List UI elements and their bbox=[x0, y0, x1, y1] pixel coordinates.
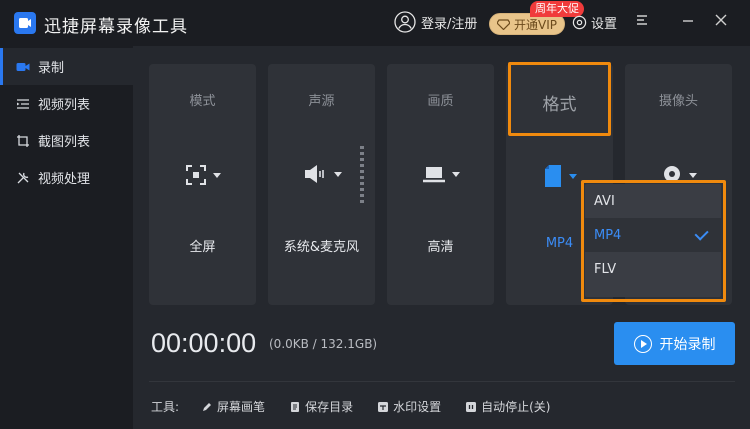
save-directory-button[interactable]: 保存目录 bbox=[289, 398, 353, 415]
file-icon bbox=[544, 165, 561, 187]
vip-label: 开通VIP bbox=[514, 17, 557, 32]
start-record-label: 开始录制 bbox=[659, 336, 716, 353]
list-icon bbox=[16, 97, 30, 111]
tool-label: 水印设置 bbox=[393, 400, 442, 414]
sidebar-item-label: 截图列表 bbox=[38, 135, 91, 150]
card-value: 系统&麦克风 bbox=[283, 240, 360, 255]
volume-meter bbox=[360, 146, 364, 204]
screen-pen-button[interactable]: 屏幕画笔 bbox=[201, 398, 265, 415]
gear-icon bbox=[572, 15, 587, 30]
play-icon bbox=[633, 334, 652, 353]
login-label: 登录/注册 bbox=[421, 16, 478, 32]
speaker-icon bbox=[304, 165, 324, 183]
mode-card[interactable]: 模式 全屏 bbox=[149, 64, 256, 305]
app-logo-icon bbox=[14, 12, 36, 34]
divider bbox=[149, 381, 735, 382]
format-dropdown-highlight bbox=[581, 180, 726, 302]
settings-label: 设置 bbox=[591, 17, 618, 32]
fullscreen-icon bbox=[185, 165, 206, 185]
chevron-down-icon bbox=[451, 171, 460, 177]
pen-icon bbox=[201, 401, 213, 413]
close-icon[interactable] bbox=[712, 13, 730, 31]
card-value: 全屏 bbox=[189, 240, 216, 255]
app-title: 迅捷屏幕录像工具 bbox=[44, 17, 188, 37]
card-title: 声源 bbox=[308, 94, 335, 109]
start-record-button[interactable]: 开始录制 bbox=[614, 322, 735, 365]
card-title: 摄像头 bbox=[658, 94, 698, 109]
disk-usage: (0.0KB / 132.1GB) bbox=[269, 337, 378, 351]
tool-label: 屏幕画笔 bbox=[217, 400, 266, 414]
auto-stop-button[interactable]: 自动停止(关) bbox=[465, 398, 550, 415]
tools-label: 工具: bbox=[151, 400, 180, 414]
main-panel: 模式 全屏 声源 系统&麦克风 画质 高清 格式 MP4 摄像头 AVI MP4… bbox=[133, 46, 750, 429]
card-title: 模式 bbox=[189, 94, 216, 109]
quality-card[interactable]: 画质 高清 bbox=[387, 64, 494, 305]
video-camera-icon bbox=[16, 60, 30, 74]
sidebar-item-record[interactable]: 录制 bbox=[0, 48, 133, 85]
title-bar: 迅捷屏幕录像工具 登录/注册 开通VIP 周年大促 设置 bbox=[0, 0, 750, 46]
watermark-icon bbox=[377, 401, 389, 413]
user-icon bbox=[394, 11, 416, 33]
settings-button[interactable]: 设置 bbox=[572, 13, 617, 32]
format-title-highlight bbox=[508, 62, 611, 136]
sidebar-item-label: 视频处理 bbox=[38, 172, 91, 187]
minimize-icon[interactable] bbox=[679, 13, 697, 31]
menu-icon[interactable] bbox=[633, 13, 651, 31]
laptop-icon bbox=[422, 167, 445, 183]
tools-icon bbox=[16, 171, 30, 185]
sidebar-item-video-list[interactable]: 视频列表 bbox=[0, 85, 133, 122]
sidebar-item-label: 录制 bbox=[38, 61, 65, 76]
tool-label: 自动停止(关) bbox=[481, 400, 551, 414]
tool-label: 保存目录 bbox=[305, 400, 354, 414]
chevron-down-icon bbox=[212, 172, 221, 178]
login-button[interactable]: 登录/注册 bbox=[394, 11, 477, 33]
sidebar-item-screenshot-list[interactable]: 截图列表 bbox=[0, 122, 133, 159]
watermark-settings-button[interactable]: 水印设置 bbox=[377, 398, 441, 415]
sidebar-item-video-processing[interactable]: 视频处理 bbox=[0, 159, 133, 196]
diamond-icon bbox=[497, 18, 510, 30]
audio-source-card[interactable]: 声源 系统&麦克风 bbox=[268, 64, 375, 305]
record-timer: 00:00:00 bbox=[151, 328, 257, 358]
tools-bar: 工具: 屏幕画笔 保存目录 水印设置 自动停止(关) bbox=[151, 398, 574, 415]
sidebar-item-label: 视频列表 bbox=[38, 98, 91, 113]
card-value: 高清 bbox=[427, 240, 454, 255]
sidebar: 录制 视频列表 截图列表 视频处理 bbox=[0, 46, 133, 429]
chevron-down-icon bbox=[568, 173, 577, 179]
chevron-down-icon bbox=[688, 172, 697, 178]
chevron-down-icon bbox=[333, 171, 342, 177]
timer-stop-icon bbox=[465, 401, 477, 413]
screenshot-icon bbox=[16, 134, 30, 148]
card-title: 画质 bbox=[427, 94, 454, 109]
folder-icon bbox=[289, 401, 301, 413]
